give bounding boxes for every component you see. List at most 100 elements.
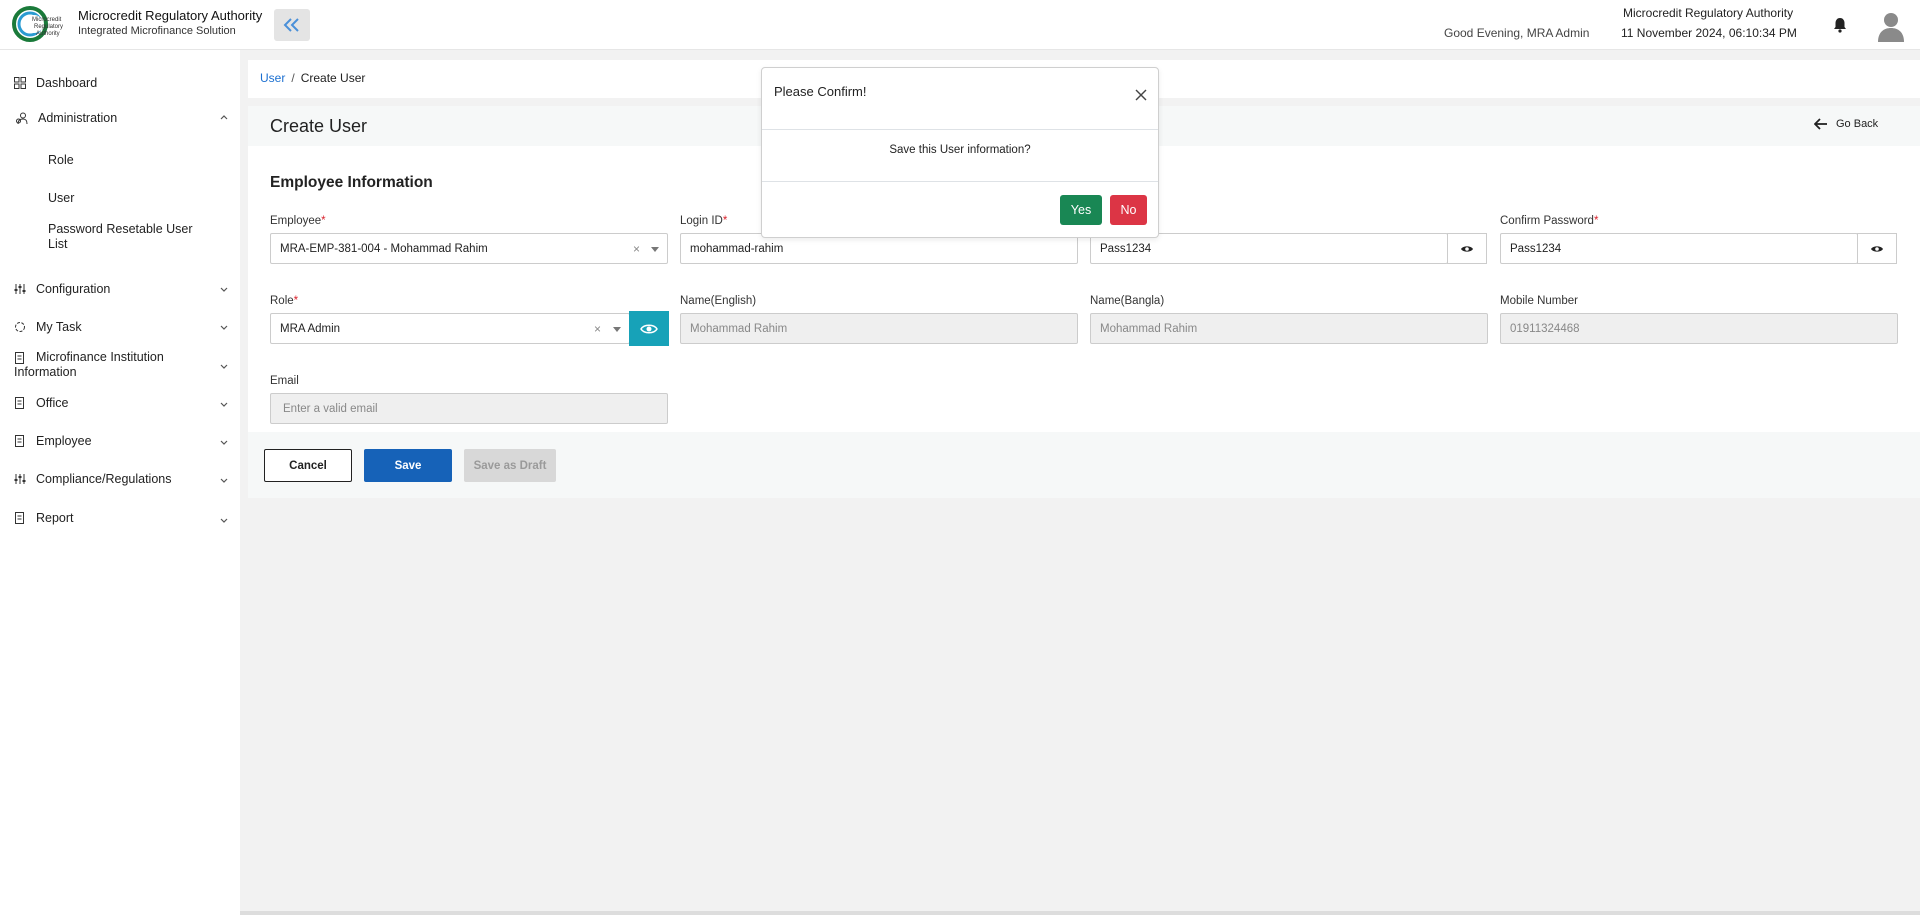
clear-icon[interactable]: × — [633, 242, 640, 256]
login-id-value: mohammad-rahim — [690, 242, 784, 255]
go-back-button[interactable]: Go Back — [1814, 118, 1878, 130]
confirm-yes-button[interactable]: Yes — [1060, 195, 1102, 225]
caret-down-icon[interactable] — [651, 247, 659, 252]
email-placeholder: Enter a valid email — [283, 402, 378, 415]
dialog-divider — [762, 181, 1158, 182]
svg-text:Microcredit: Microcredit — [32, 17, 62, 23]
confirm-dialog: Please Confirm! Save this User informati… — [761, 67, 1159, 238]
sidebar-item-label: Microfinance Institution Information — [14, 350, 164, 379]
password-value: Pass1234 — [1100, 242, 1152, 255]
chevron-up-icon[interactable] — [219, 112, 229, 122]
employee-label: Employee* — [270, 215, 326, 227]
user-avatar-icon[interactable] — [1876, 10, 1906, 42]
sidebar-subitem-user[interactable]: User — [48, 191, 74, 205]
login-id-label: Login ID* — [680, 215, 728, 227]
mra-logo-icon: Microcredit Regulatory Authority — [12, 6, 63, 42]
brand-subtitle: Integrated Microfinance Solution — [78, 25, 236, 37]
svg-text:Regulatory: Regulatory — [34, 24, 63, 30]
sidebar-item-administration[interactable]: Administration — [16, 111, 117, 125]
email-input[interactable]: Enter a valid email — [270, 393, 668, 424]
save-button[interactable]: Save — [364, 449, 452, 482]
sidebar-item-mfi-information[interactable]: Microfinance Institution Information — [14, 350, 204, 380]
sidebar-subitem-role[interactable]: Role — [48, 153, 74, 167]
name-bangla-input: Mohammad Rahim — [1090, 313, 1488, 344]
task-icon — [15, 322, 25, 332]
dialog-message: Save this User information? — [889, 144, 1031, 156]
double-chevron-left-icon — [283, 18, 299, 32]
email-label: Email — [270, 375, 299, 387]
chevron-down-icon[interactable] — [219, 285, 229, 295]
org-name: Microcredit Regulatory Authority — [1623, 6, 1794, 20]
chevron-down-icon[interactable] — [219, 400, 229, 410]
datetime: 11 November 2024, 06:10:34 PM — [1621, 26, 1797, 40]
dialog-divider — [762, 129, 1158, 130]
go-back-label: Go Back — [1836, 118, 1879, 130]
breadcrumb-link-user[interactable]: User — [260, 71, 285, 85]
confirm-password-value: Pass1234 — [1510, 242, 1562, 255]
close-icon[interactable] — [1134, 88, 1148, 102]
document-icon — [15, 435, 24, 447]
toggle-confirm-password-button[interactable] — [1857, 233, 1897, 264]
sidebar-subitem-password-resetable[interactable]: Password Resetable User List — [48, 222, 208, 252]
sidebar-item-report[interactable]: Report — [14, 511, 74, 525]
employee-select[interactable]: MRA-EMP-381-004 - Mohammad Rahim × — [270, 233, 668, 264]
mobile-number-input: 01911324468 — [1500, 313, 1898, 344]
chevron-down-icon[interactable] — [219, 362, 229, 372]
eye-icon — [1461, 245, 1473, 252]
section-title: Employee Information — [270, 174, 433, 191]
mobile-number-value: 01911324468 — [1510, 322, 1580, 335]
sidebar-item-employee[interactable]: Employee — [14, 434, 92, 448]
svg-text:Authority: Authority — [36, 31, 60, 37]
sidebar-item-compliance[interactable]: Compliance/Regulations — [14, 472, 172, 486]
caret-down-icon[interactable] — [613, 327, 621, 332]
confirm-password-label: Confirm Password* — [1500, 215, 1599, 227]
bell-icon[interactable] — [1831, 16, 1849, 34]
sliders-icon — [14, 284, 26, 294]
sidebar-item-label: Report — [36, 511, 74, 525]
sidebar-item-label: Employee — [36, 434, 92, 448]
top-header: Microcredit Regulatory Authority Microcr… — [0, 0, 1920, 50]
sidebar-item-office[interactable]: Office — [14, 396, 68, 410]
cancel-button[interactable]: Cancel — [264, 449, 352, 482]
breadcrumb-current: Create User — [300, 71, 366, 85]
name-english-input: Mohammad Rahim — [680, 313, 1078, 344]
sidebar-item-configuration[interactable]: Configuration — [14, 282, 110, 296]
page-bottom-border — [240, 911, 1920, 915]
chevron-down-icon[interactable] — [219, 516, 229, 526]
sidebar-item-label: Administration — [38, 111, 118, 125]
chevron-down-icon[interactable] — [219, 438, 229, 448]
sidebar-item-my-task[interactable]: My Task — [14, 320, 82, 334]
brand-title: Microcredit Regulatory Authority — [78, 8, 263, 23]
name-bangla-value: Mohammad Rahim — [1100, 322, 1198, 335]
role-select[interactable]: MRA Admin × — [270, 313, 630, 344]
confirm-password-input[interactable]: Pass1234 — [1500, 233, 1858, 264]
chevron-down-icon[interactable] — [219, 323, 229, 333]
sidebar-collapse-button[interactable] — [274, 9, 310, 41]
mobile-number-label: Mobile Number — [1500, 295, 1578, 307]
arrow-left-icon — [1814, 118, 1827, 130]
document-icon — [15, 512, 24, 524]
save-as-draft-button: Save as Draft — [464, 449, 556, 482]
sidebar-item-dashboard[interactable]: Dashboard — [14, 76, 97, 90]
clear-icon[interactable]: × — [594, 322, 601, 336]
sidebar-item-label: Office — [36, 396, 69, 410]
confirm-no-button[interactable]: No — [1110, 195, 1147, 225]
name-english-value: Mohammad Rahim — [690, 322, 788, 335]
eye-icon — [1871, 245, 1883, 252]
users-cog-icon — [16, 112, 28, 124]
breadcrumb: User / Create User — [260, 71, 365, 85]
name-bangla-label: Name(Bangla) — [1090, 295, 1165, 307]
chevron-down-icon[interactable] — [219, 476, 229, 486]
employee-select-value: MRA-EMP-381-004 - Mohammad Rahim — [280, 242, 488, 255]
toggle-password-button[interactable] — [1447, 233, 1487, 264]
greeting-text: Good Evening, MRA Admin — [1444, 26, 1590, 40]
eye-icon — [640, 324, 658, 333]
sidebar-item-label: Dashboard — [36, 76, 98, 90]
name-english-label: Name(English) — [680, 295, 757, 307]
document-icon — [15, 397, 24, 409]
view-role-button[interactable] — [629, 311, 669, 346]
sidebar-item-label: Compliance/Regulations — [36, 472, 172, 486]
grid-icon — [14, 77, 26, 89]
sidebar-item-label: My Task — [36, 320, 82, 334]
role-select-value: MRA Admin — [280, 322, 341, 335]
